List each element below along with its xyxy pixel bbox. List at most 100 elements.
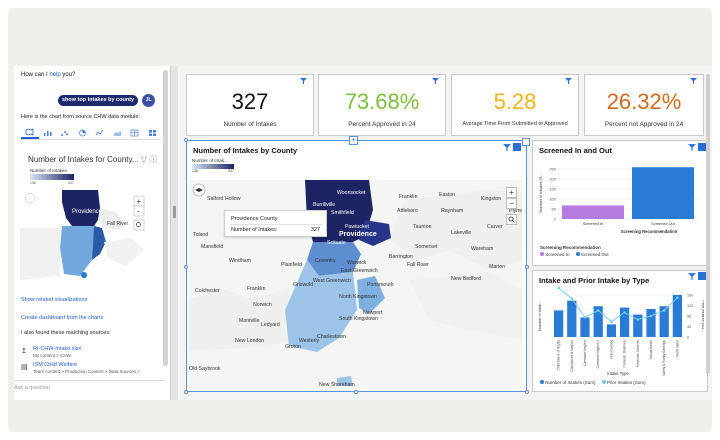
pane-splitter[interactable] xyxy=(170,66,178,400)
layers-icon[interactable] xyxy=(24,192,36,204)
area-chart-icon[interactable] xyxy=(109,126,127,139)
screened-bar-chart[interactable]: 0 50 100 150 200 250 Screened In Screened Out Sc… xyxy=(536,157,704,245)
map-place-label: Franklin xyxy=(247,286,266,292)
source2-name[interactable]: ISM Child Welfare xyxy=(33,362,77,368)
x-tick-label: Child Abuse & Neglect xyxy=(570,340,574,372)
bar[interactable] xyxy=(562,205,624,219)
mini-map-label-fall-river: Fall River xyxy=(107,221,128,227)
show-related-link[interactable]: Show related visualizations xyxy=(21,297,87,303)
help-link[interactable]: help xyxy=(49,72,60,78)
kpi-card-approved[interactable]: 73.68% Percent Approved in 24 xyxy=(318,74,446,136)
bar[interactable] xyxy=(632,167,694,219)
source-item-2[interactable]: ▤ ISM Child Welfare Team content > Produ… xyxy=(21,362,161,376)
splitter-grip[interactable] xyxy=(173,206,176,218)
line-point[interactable] xyxy=(583,316,587,319)
map-place-label: South Kingstown xyxy=(339,316,378,322)
legend-item[interactable]: Prior Intakes (Sum) xyxy=(601,380,646,385)
scatter-chart-icon[interactable] xyxy=(56,126,74,139)
map-place-label: Coventry xyxy=(315,258,336,264)
zoom-out-button[interactable]: − xyxy=(506,198,517,209)
filter-icon[interactable] xyxy=(300,78,307,84)
ask-question-input[interactable]: Ask a question xyxy=(14,385,50,391)
grid-icon[interactable] xyxy=(144,126,162,139)
x-axis-label: Screening Recommendation xyxy=(621,229,678,234)
focus-icon[interactable] xyxy=(698,272,706,280)
zoom-in-button[interactable]: + xyxy=(506,187,517,198)
filter-icon[interactable] xyxy=(690,78,697,84)
line-point[interactable] xyxy=(610,320,613,323)
source1-name[interactable]: RI-CHW-Intake.xlsx xyxy=(33,346,81,352)
search-map-button[interactable] xyxy=(506,214,517,225)
line-point[interactable] xyxy=(570,297,574,300)
expand-icon[interactable] xyxy=(522,138,530,146)
source-item-1[interactable]: ↥ RI-CHW-Intake.xlsx My content > CHW xyxy=(21,346,161,360)
pie-chart-icon[interactable] xyxy=(74,126,92,139)
y-tick-label: 150 xyxy=(549,187,556,192)
move-handle-icon[interactable]: + xyxy=(349,136,358,145)
focus-icon[interactable] xyxy=(513,143,521,151)
table-icon[interactable] xyxy=(126,126,144,139)
map-place-label: Wareham xyxy=(471,246,493,252)
filter-icon[interactable] xyxy=(565,78,572,84)
resize-handle[interactable] xyxy=(525,265,529,269)
resize-handle[interactable] xyxy=(184,138,188,142)
resize-handle[interactable] xyxy=(184,265,188,269)
x-tick-label: Non-Custody xyxy=(609,340,613,359)
line-chart-icon[interactable] xyxy=(91,126,109,139)
map-place-label: Mansfield xyxy=(201,244,223,250)
greeting-suffix: you? xyxy=(62,72,76,78)
dashboard-scrollbar[interactable] xyxy=(706,74,710,374)
bar[interactable] xyxy=(646,309,656,337)
legend-item[interactable]: Number of Intakes (Sum) xyxy=(540,380,596,385)
map-place-label: East Greenwich xyxy=(341,268,378,274)
mini-chart-title: Number of Intakes for County... ▽ ⓘ xyxy=(28,154,157,165)
filter-icon[interactable] xyxy=(503,144,511,151)
resize-handle[interactable] xyxy=(354,390,358,394)
bar[interactable] xyxy=(567,300,577,337)
mini-legend-max: 327 xyxy=(68,181,74,185)
kpi-card-not-approved[interactable]: 26.32% Percent not Approved in 24 xyxy=(584,74,704,136)
map-tooltip: Providence County Number of Intakes: 327 xyxy=(224,210,327,237)
info-icon[interactable]: ⓘ xyxy=(149,155,157,164)
y-tick-label: 0 xyxy=(554,217,557,222)
line-point[interactable] xyxy=(623,311,626,314)
type-combo-chart[interactable]: 0 40 80 120 160 Child Waive of Rights Child Ab… xyxy=(536,285,704,377)
y-tick-label: 50 xyxy=(552,207,557,212)
filter-icon[interactable] xyxy=(432,78,439,84)
map-place-label: Providence xyxy=(339,231,377,238)
map-place-label: Montville xyxy=(239,318,260,324)
kpi-card-intakes[interactable]: 327 Number of Intakes xyxy=(186,74,314,136)
resize-handle[interactable] xyxy=(525,390,529,394)
line-point[interactable] xyxy=(649,314,653,318)
line-point[interactable] xyxy=(557,286,560,290)
type-legend: Number of Intakes (Sum) Prior Intakes (S… xyxy=(540,380,646,385)
search-map-button[interactable] xyxy=(133,219,145,231)
resize-handle[interactable] xyxy=(184,390,188,394)
mini-map[interactable]: Providence Fall River + - xyxy=(20,188,160,288)
map-place-label: Ledyard xyxy=(261,322,280,328)
assistant-scrollbar[interactable] xyxy=(163,70,168,366)
screened-legend: Screened In Screened Out xyxy=(540,252,609,257)
filter-icon[interactable] xyxy=(688,273,696,280)
kpi-card-avg-time[interactable]: 5.28 Average Time From Submitted to Appr… xyxy=(451,74,579,136)
bar[interactable] xyxy=(553,310,564,337)
source2-path: Team content > Production Content > Data… xyxy=(33,369,140,374)
filter-icon[interactable] xyxy=(688,144,696,151)
line-point[interactable] xyxy=(636,318,640,321)
bar[interactable] xyxy=(580,317,590,337)
line-point[interactable] xyxy=(662,309,666,312)
filter-icon[interactable]: ▽ xyxy=(141,155,147,164)
legend-item[interactable]: Screened Out xyxy=(575,252,609,257)
line-point[interactable] xyxy=(596,309,600,312)
map-place-label: Smithfield xyxy=(331,210,354,216)
line-point[interactable] xyxy=(676,296,679,300)
map-place-label: Plainfield xyxy=(281,262,302,268)
legend-item[interactable]: Screened In xyxy=(540,252,570,257)
source-description: Here is the chart from source CHW data m… xyxy=(21,114,140,120)
focus-icon[interactable] xyxy=(698,143,706,151)
map-visualization-icon[interactable] xyxy=(21,126,39,139)
bar[interactable] xyxy=(606,324,617,337)
create-dashboard-link[interactable]: Create dashboard from the charts xyxy=(21,315,103,321)
map-place-label: Salford Hollow xyxy=(207,196,241,202)
bar-chart-icon[interactable] xyxy=(39,126,57,139)
